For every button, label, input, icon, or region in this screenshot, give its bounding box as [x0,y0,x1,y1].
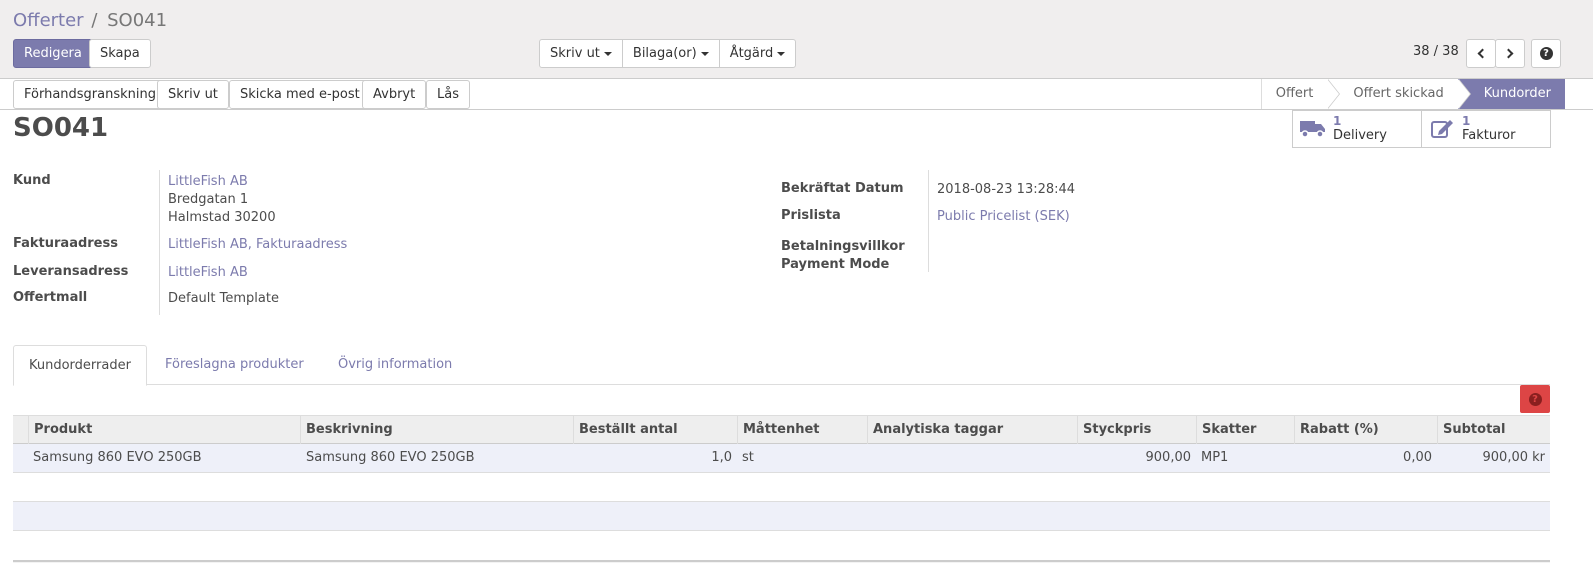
delivery-address-label: Leveransadress [13,264,129,279]
table-header: Produkt Beskrivning Beställt antal Måtte… [13,415,1550,444]
invoices-smart-button[interactable]: 1 Fakturor [1421,110,1551,148]
invoices-count: 1 [1462,114,1471,128]
print-button[interactable]: Skriv ut [157,80,229,109]
caret-down-icon [700,51,709,56]
customer-street: Bredgatan 1 [168,192,249,207]
field-divider [928,170,929,272]
control-panel: Offerter / SO041 Redigera Skapa Skriv ut… [0,0,1593,79]
preview-button[interactable]: Förhandsgranskning [13,80,167,109]
confirmed-date-value: 2018-08-23 13:28:44 [937,182,1076,197]
cell-discount: 0,00 [1403,450,1432,465]
quote-template-value: Default Template [168,291,279,306]
delivery-label: Delivery [1333,128,1387,143]
pager-value[interactable]: 38 / 38 [1413,44,1459,59]
cancel-button[interactable]: Avbryt [362,80,427,109]
status-quotation[interactable]: Offert [1260,79,1340,109]
customer-label: Kund [13,173,51,188]
delivery-address-link[interactable]: LittleFish AB [168,265,248,280]
tab-order-lines[interactable]: Kundorderrader [13,345,147,386]
delivery-count: 1 [1333,114,1342,128]
column-header-ordered-qty[interactable]: Beställt antal [573,416,737,444]
statusbar: Offert Offert skickad Kundorder [1260,79,1565,109]
field-divider [159,170,160,315]
customer-city: Halmstad 30200 [168,210,276,225]
notebook-tabs: Kundorderrader Föreslagna produkter Övri… [13,345,1550,386]
cell-ordered-qty: 1,0 [711,450,732,465]
breadcrumb-parent-link[interactable]: Offerter [13,10,84,31]
breadcrumb-current: SO041 [107,10,168,31]
action-dropdown[interactable]: Åtgärd [720,40,796,67]
help-button[interactable]: ? [1531,39,1561,68]
column-header-product[interactable]: Produkt [28,416,300,444]
edit-button[interactable]: Redigera [13,39,93,68]
payment-terms-label: Betalningsvillkor [781,239,905,254]
cell-description: Samsung 860 EVO 250GB [306,450,475,465]
status-sales-order[interactable]: Kundorder [1457,79,1565,109]
pager-previous-button[interactable] [1466,39,1496,68]
column-header-discount[interactable]: Rabatt (%) [1294,416,1437,444]
delivery-smart-button[interactable]: 1 Delivery [1292,110,1422,148]
create-button[interactable]: Skapa [89,39,151,68]
table-row[interactable]: Samsung 860 EVO 250GB Samsung 860 EVO 25… [13,444,1550,473]
cell-uom: st [742,450,754,465]
pricelist-label: Prislista [781,208,841,223]
question-icon: ? [1528,392,1542,406]
column-header-analytic-tags[interactable]: Analytiska taggar [867,416,1077,444]
customer-link[interactable]: LittleFish AB [168,174,248,189]
column-header-subtotal[interactable]: Subtotal [1437,416,1550,444]
edit-icon [1422,111,1462,147]
breadcrumb: Offerter / SO041 [13,10,167,31]
attachments-dropdown-label: Bilaga(or) [632,46,697,61]
cell-product: Samsung 860 EVO 250GB [33,450,202,465]
column-header-unit-price[interactable]: Styckpris [1077,416,1196,444]
pager-next-button[interactable] [1495,39,1525,68]
action-dropdown-label: Åtgärd [729,46,774,61]
status-quotation-sent[interactable]: Offert skickad [1327,79,1472,109]
invoice-address-label: Fakturaadress [13,236,118,251]
cell-analytic-tags [867,444,1077,472]
chevron-right-icon [1503,48,1514,59]
print-dropdown[interactable]: Skriv ut [540,40,623,67]
quote-template-label: Offertmall [13,290,88,305]
cell-subtotal: 900,00 kr [1482,450,1546,465]
sidebar-actions-group: Skriv ut Bilaga(or) Åtgärd [539,39,797,68]
print-dropdown-label: Skriv ut [550,46,600,61]
breadcrumb-separator: / [91,10,98,31]
invoice-address-link[interactable]: LittleFish AB, Fakturaadress [168,237,347,252]
tab-other-info[interactable]: Övrig information [323,345,467,385]
chevron-left-icon [1477,48,1488,59]
column-header-description[interactable]: Beskrivning [300,416,573,444]
truck-icon [1293,111,1333,147]
payment-mode-label: Payment Mode [781,257,890,272]
caret-down-icon [777,51,786,56]
tab-optional-products[interactable]: Föreslagna produkter [150,345,319,385]
confirmed-date-label: Bekräftat Datum [781,181,904,196]
send-email-button[interactable]: Skicka med e-post [229,80,371,109]
record-title: SO041 [13,113,109,143]
attachments-dropdown[interactable]: Bilaga(or) [623,40,720,67]
table-footer [13,560,1550,563]
form-header: Förhandsgranskning Skriv ut Skicka med e… [0,79,1593,110]
pricelist-link[interactable]: Public Pricelist (SEK) [937,209,1070,224]
column-header-taxes[interactable]: Skatter [1196,416,1294,444]
invoices-label: Fakturor [1462,128,1516,143]
question-icon: ? [1539,47,1553,60]
table-empty-row [13,473,1550,502]
table-empty-row [13,502,1550,531]
cell-unit-price: 900,00 [1145,450,1192,465]
cell-taxes: MP1 [1201,450,1229,465]
column-header-uom[interactable]: Måttenhet [737,416,867,444]
order-lines-help-button[interactable]: ? [1520,385,1550,413]
lock-button[interactable]: Lås [426,80,470,109]
caret-down-icon [603,51,612,56]
